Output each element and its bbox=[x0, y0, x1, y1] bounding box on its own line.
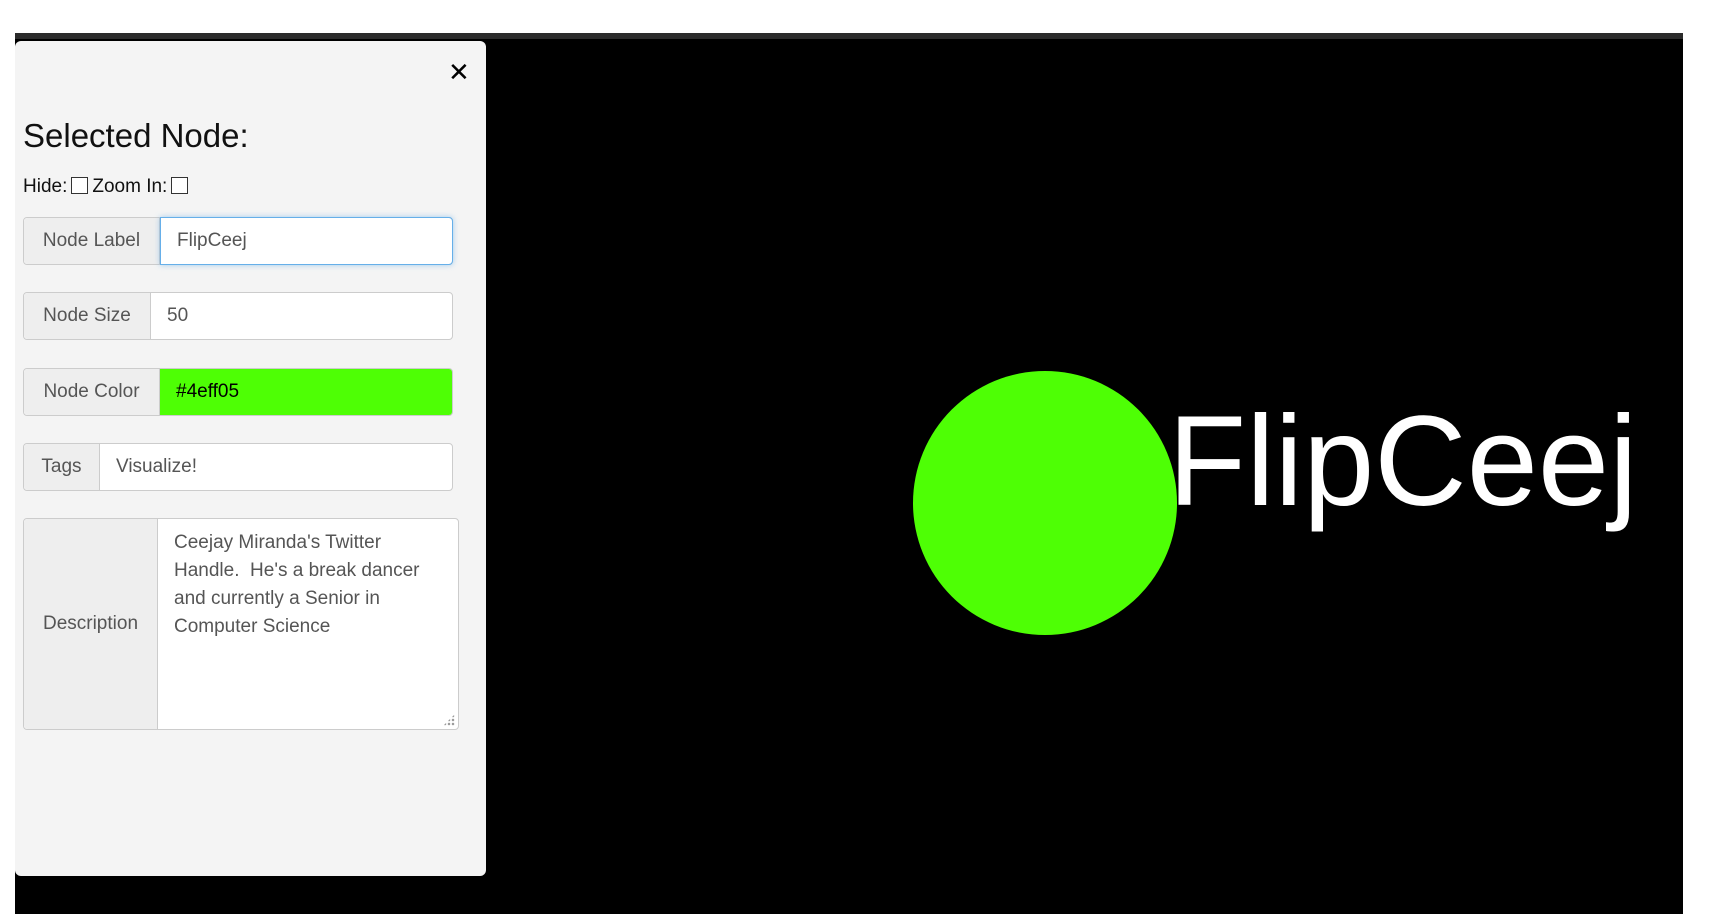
description-group: Description Ceejay Miranda's Twitter Han… bbox=[23, 518, 459, 730]
node-label-group: Node Label bbox=[23, 217, 453, 265]
close-icon[interactable]: ✕ bbox=[448, 60, 1694, 86]
description-textarea[interactable]: Ceejay Miranda's Twitter Handle. He's a … bbox=[158, 519, 458, 729]
graph-node-label[interactable]: FlipCeej bbox=[1168, 392, 1638, 532]
tags-addon: Tags bbox=[24, 444, 100, 490]
tags-group: Tags bbox=[23, 443, 453, 491]
node-color-addon: Node Color bbox=[24, 369, 160, 415]
node-color-input[interactable] bbox=[160, 369, 452, 415]
node-label-input[interactable] bbox=[160, 217, 453, 265]
zoom-in-checkbox[interactable] bbox=[171, 176, 189, 194]
tags-input[interactable] bbox=[100, 444, 452, 490]
graph-node-circle[interactable] bbox=[913, 371, 1177, 635]
hide-label: Hide: bbox=[23, 176, 68, 197]
visibility-options: Hide: Zoom In: bbox=[23, 176, 192, 198]
node-color-group: Node Color bbox=[23, 368, 453, 416]
description-addon: Description bbox=[24, 519, 158, 729]
panel-title: Selected Node: bbox=[23, 117, 249, 154]
node-label-addon: Node Label bbox=[24, 218, 160, 264]
node-size-input[interactable] bbox=[151, 293, 452, 339]
zoom-in-label: Zoom In: bbox=[92, 176, 168, 197]
hide-checkbox[interactable] bbox=[71, 176, 89, 194]
node-size-group: Node Size bbox=[23, 292, 453, 340]
node-size-addon: Node Size bbox=[24, 293, 151, 339]
